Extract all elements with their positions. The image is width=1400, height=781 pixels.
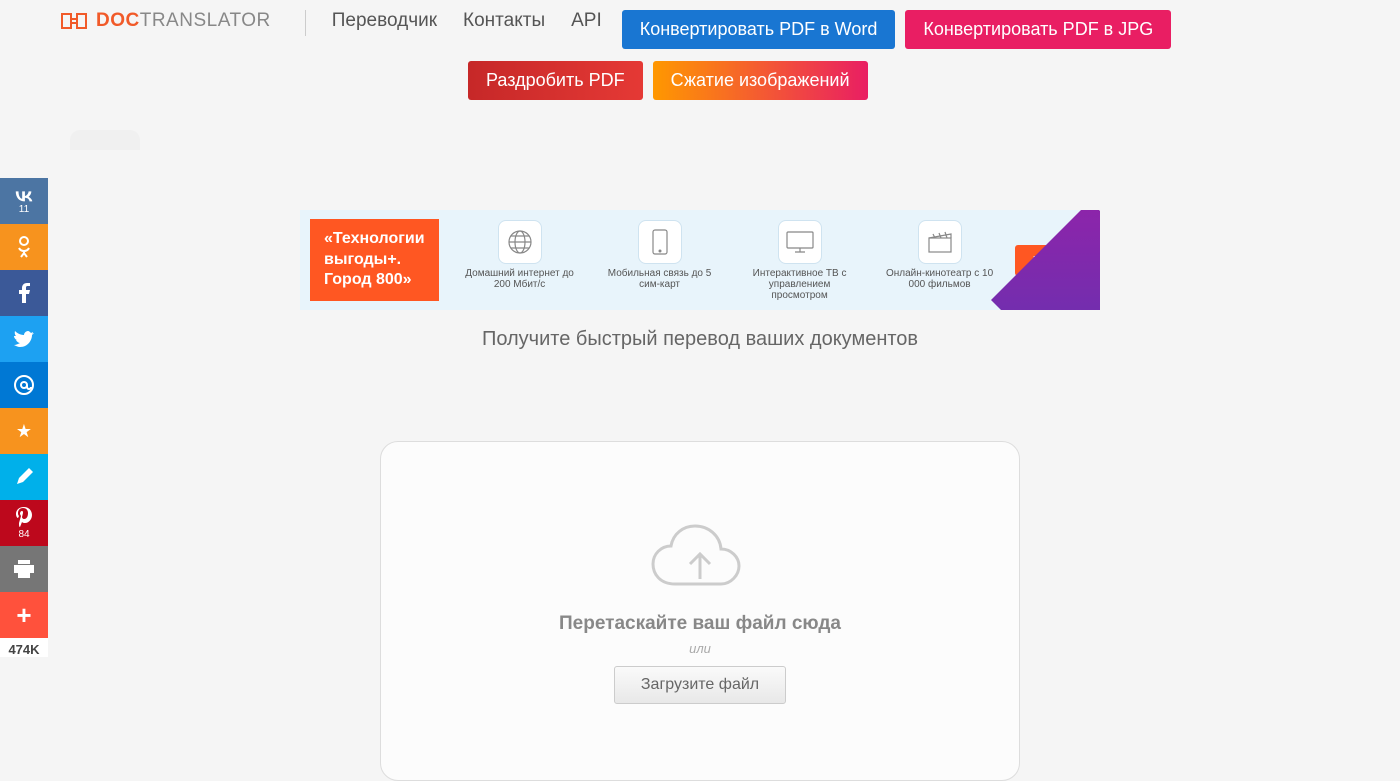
dropzone-title: Перетаскайте ваш файл сюда (559, 613, 841, 635)
ad-banner[interactable]: «Технологии выгоды+. Город 800» Домашний… (300, 210, 1100, 310)
plus-icon: + (16, 600, 31, 631)
pin-count: 84 (18, 529, 29, 540)
share-ok[interactable] (0, 224, 48, 270)
ad-item-internet: Домашний интернет до 200 Мбит/с (465, 220, 575, 301)
btn-compress-img[interactable]: Сжатие изображений (653, 61, 868, 100)
ad-label: Интерактивное ТВ с управлением просмотро… (745, 268, 855, 301)
btn-pdf-to-jpg[interactable]: Конвертировать PDF в JPG (905, 10, 1171, 49)
ad-item-cinema: Онлайн-кинотеатр с 10 000 фильмов (885, 220, 995, 301)
ok-icon (17, 236, 31, 258)
share-total: 474K (0, 638, 48, 657)
nav-contacts[interactable]: Контакты (463, 10, 545, 32)
dropzone-or: или (689, 641, 711, 656)
tagline: Получите быстрый перевод ваших документо… (0, 328, 1400, 351)
button-row-1: Конвертировать PDF в Word Конвертировать… (622, 10, 1172, 49)
file-dropzone[interactable]: Перетаскайте ваш файл сюда или Загрузите… (380, 441, 1020, 781)
twitter-icon (14, 331, 34, 347)
ad-item-tv: Интерактивное ТВ с управлением просмотро… (745, 220, 855, 301)
share-mail[interactable] (0, 362, 48, 408)
logo-icon (60, 10, 88, 32)
phone-icon (651, 228, 669, 256)
share-twitter[interactable] (0, 316, 48, 362)
ad-item-mobile: Мобильная связь до 5 сим-карт (605, 220, 715, 301)
share-more[interactable]: + (0, 592, 48, 638)
print-icon (14, 560, 34, 578)
btn-split-pdf[interactable]: Раздробить PDF (468, 61, 643, 100)
ad-label: Мобильная связь до 5 сим-карт (605, 268, 715, 290)
ad-label: Онлайн-кинотеатр с 10 000 фильмов (885, 268, 995, 290)
logo[interactable]: DOCTRANSLATOR (60, 10, 271, 32)
share-pinterest[interactable]: 84 (0, 500, 48, 546)
share-favorite[interactable]: ★ (0, 408, 48, 454)
share-livejournal[interactable] (0, 454, 48, 500)
vk-icon (13, 188, 35, 202)
button-row-2: Раздробить PDF Сжатие изображений (468, 61, 1340, 100)
tv-icon (785, 230, 815, 254)
ad-badge: «Технологии выгоды+. Город 800» (310, 219, 439, 301)
header: DOCTRANSLATOR Переводчик Контакты API Ко… (0, 0, 1400, 100)
ad-items: Домашний интернет до 200 Мбит/с Мобильна… (465, 220, 995, 301)
pencil-icon (15, 468, 33, 486)
nav-links: Переводчик Контакты API (332, 10, 602, 32)
ad-decor (991, 210, 1100, 310)
share-print[interactable] (0, 546, 48, 592)
globe-icon (507, 229, 533, 255)
upload-button[interactable]: Загрузите файл (614, 666, 786, 704)
nav-api[interactable]: API (571, 10, 602, 32)
logo-text: DOCTRANSLATOR (96, 10, 271, 32)
cloud-upload-icon (645, 519, 755, 599)
share-sidebar: 11 ★ 84 + 474K (0, 178, 48, 657)
vk-count: 11 (19, 204, 29, 215)
star-icon: ★ (16, 421, 32, 442)
clapper-icon (927, 230, 953, 254)
facebook-icon (19, 283, 30, 303)
divider (305, 10, 306, 36)
share-facebook[interactable] (0, 270, 48, 316)
pinterest-icon (16, 507, 32, 527)
main-content: «Технологии выгоды+. Город 800» Домашний… (0, 100, 1400, 781)
share-vk[interactable]: 11 (0, 178, 48, 224)
ad-label: Домашний интернет до 200 Мбит/с (465, 268, 575, 290)
nav-translator[interactable]: Переводчик (332, 10, 437, 32)
at-icon (14, 375, 34, 395)
btn-pdf-to-word[interactable]: Конвертировать PDF в Word (622, 10, 896, 49)
